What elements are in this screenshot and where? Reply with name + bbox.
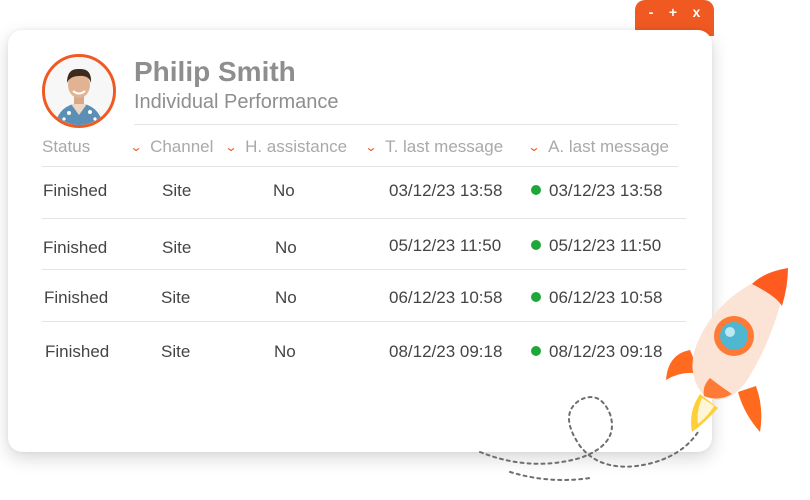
- row-divider: [42, 269, 686, 270]
- cell-assistance: No: [275, 238, 297, 257]
- column-header-status[interactable]: Status: [42, 137, 90, 157]
- status-dot-icon: [531, 185, 541, 195]
- table-divider: [42, 166, 678, 167]
- cell-t-last-message: 08/12/23 09:18: [389, 342, 503, 361]
- cell-t-last-message: 06/12/23 10:58: [389, 288, 503, 307]
- header-divider: [134, 124, 678, 125]
- column-header-label: Channel: [150, 137, 214, 156]
- cell-t-last-message: 03/12/23 13:58: [389, 181, 503, 200]
- status-dot-icon: [531, 292, 541, 302]
- stage: - + x Philip Smith Individual Performanc…: [0, 0, 810, 500]
- cell-a-last-message-value: 08/12/23 09:18: [549, 342, 663, 361]
- status-dot-icon: [531, 240, 541, 250]
- avatar-photo: [45, 57, 113, 125]
- cell-a-last-message-value: 05/12/23 11:50: [549, 236, 662, 255]
- cell-channel: Site: [162, 238, 192, 257]
- close-button[interactable]: x: [692, 4, 700, 20]
- cell-channel: Site: [161, 342, 191, 361]
- avatar: [42, 54, 116, 128]
- column-header-label: T. last message: [385, 137, 504, 156]
- cell-status: Finished: [43, 181, 108, 200]
- chevron-down-icon: ⌄: [364, 140, 378, 154]
- cell-assistance: No: [273, 181, 295, 200]
- cell-assistance: No: [275, 288, 297, 307]
- column-header-t-last-message[interactable]: ⌄ T. last message: [364, 137, 504, 157]
- maximize-button[interactable]: +: [669, 4, 677, 20]
- cell-status: Finished: [43, 238, 108, 257]
- row-divider: [42, 218, 686, 219]
- minimize-button[interactable]: -: [649, 4, 654, 20]
- column-header-label: A. last message: [548, 137, 670, 156]
- cell-channel: Site: [161, 288, 191, 307]
- column-header-assistance[interactable]: ⌄ H. assistance: [224, 137, 348, 157]
- row-divider: [42, 321, 686, 322]
- column-header-channel[interactable]: ⌄ Channel: [129, 137, 214, 157]
- cell-status: Finished: [44, 288, 109, 307]
- cell-a-last-message-value: 06/12/23 10:58: [549, 288, 663, 307]
- rocket-icon: [666, 268, 788, 432]
- cell-a-last-message-value: 03/12/23 13:58: [549, 181, 663, 200]
- cell-status: Finished: [45, 342, 110, 361]
- column-header-label: Status: [42, 137, 91, 156]
- chevron-down-icon: ⌄: [224, 140, 238, 154]
- chevron-down-icon: ⌄: [527, 140, 541, 154]
- cell-a-last-message: 03/12/23 13:58: [531, 181, 662, 201]
- profile-name: Philip Smith: [134, 56, 296, 87]
- profile-subtitle: Individual Performance: [134, 91, 339, 113]
- cell-a-last-message: 06/12/23 10:58: [531, 288, 662, 308]
- cell-t-last-message: 05/12/23 11:50: [389, 236, 502, 255]
- cell-channel: Site: [162, 181, 192, 200]
- cell-a-last-message: 05/12/23 11:50: [531, 236, 661, 256]
- column-header-a-last-message[interactable]: ⌄ A. last message: [527, 137, 670, 157]
- cell-a-last-message: 08/12/23 09:18: [531, 342, 662, 362]
- chevron-down-icon: ⌄: [129, 140, 143, 154]
- status-dot-icon: [531, 346, 541, 356]
- cell-assistance: No: [274, 342, 296, 361]
- column-header-label: H. assistance: [245, 137, 348, 156]
